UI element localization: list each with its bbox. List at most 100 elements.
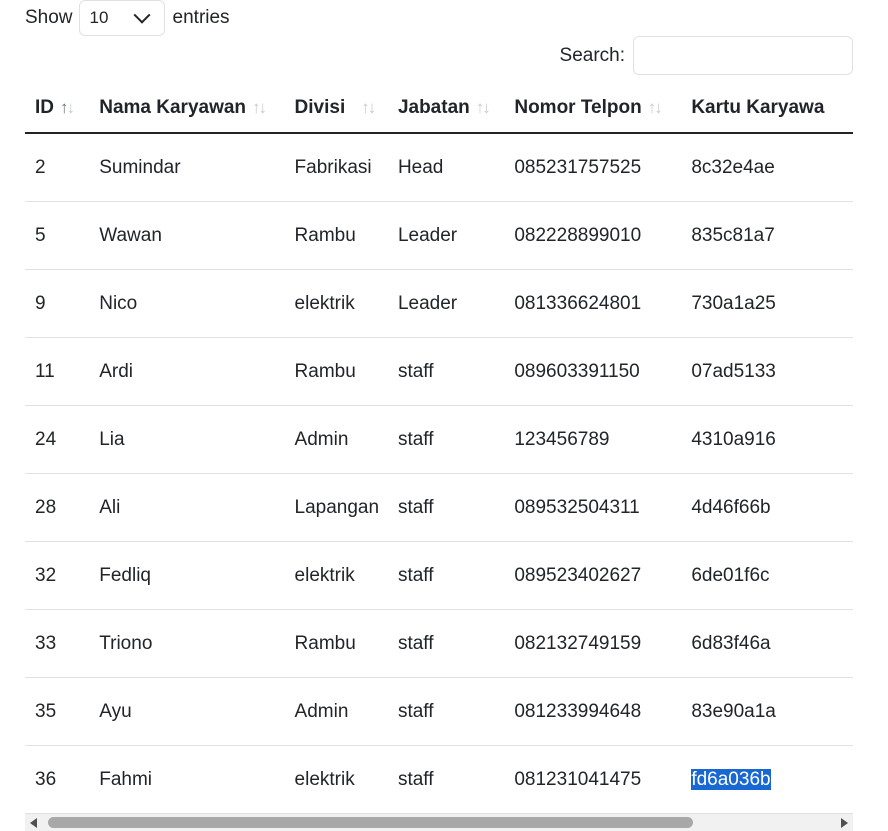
column-header-nama-karyawan[interactable]: Nama Karyawan ↑↓ — [89, 84, 285, 134]
table-row: 2 Sumindar Fabrikasi Head 085231757525 8… — [25, 133, 853, 202]
cell-divisi: Lapangan — [284, 473, 388, 542]
sort-icon: ↑↓ — [475, 98, 491, 117]
cell-jabatan: Head — [387, 133, 505, 202]
cell-kartu: fd6a036b — [681, 745, 853, 814]
search-input[interactable] — [633, 36, 853, 75]
cell-divisi: elektrik — [284, 269, 388, 338]
entries-length-control: Show 10 entries — [25, 0, 230, 36]
table-row: 35 Ayu Admin staff 081233994648 83e90a1a — [25, 677, 853, 746]
search-label: Search: — [559, 44, 625, 66]
show-label: Show — [25, 7, 73, 28]
table-row: 9 Nico elektrik Leader 081336624801 730a… — [25, 269, 853, 338]
column-header-label: ID — [35, 97, 54, 118]
cell-id: 2 — [25, 133, 90, 202]
cell-telpon: 081233994648 — [504, 677, 682, 746]
scrollbar-thumb[interactable] — [48, 817, 693, 828]
cell-jabatan: staff — [387, 473, 505, 542]
cell-nama: Nico — [89, 269, 285, 338]
table-row: 32 Fedliq elektrik staff 089523402627 6d… — [25, 541, 853, 610]
cell-jabatan: staff — [387, 405, 505, 474]
cell-telpon: 089603391150 — [504, 337, 682, 406]
cell-nama: Wawan — [89, 201, 285, 270]
column-header-nomor-telpon[interactable]: Nomor Telpon ↑↓ — [504, 84, 682, 134]
table-row: 24 Lia Admin staff 123456789 4310a916 — [25, 405, 853, 474]
table-row: 33 Triono Rambu staff 082132749159 6d83f… — [25, 609, 853, 678]
cell-divisi: Admin — [284, 677, 388, 746]
scroll-left-arrow-icon[interactable] — [30, 818, 37, 828]
chevron-down-icon — [133, 6, 151, 24]
search-control: Search: — [560, 36, 853, 75]
cell-telpon: 082132749159 — [504, 609, 682, 678]
cell-jabatan: Leader — [387, 269, 505, 338]
scroll-right-arrow-icon[interactable] — [841, 818, 848, 828]
cell-telpon: 089532504311 — [504, 473, 682, 542]
sort-icon: ↑↓ — [252, 98, 267, 117]
cell-divisi: elektrik — [284, 541, 388, 610]
table-row: 5 Wawan Rambu Leader 082228899010 835c81… — [25, 201, 853, 270]
cell-jabatan: staff — [387, 609, 505, 678]
entries-per-page-select[interactable]: 10 — [78, 0, 165, 36]
column-header-divisi[interactable]: Divisi ↑↓ — [284, 84, 388, 134]
datatable-controls: Show 10 entries Search: — [25, 0, 853, 80]
cell-jabatan: staff — [387, 541, 505, 610]
cell-kartu: 83e90a1a — [681, 677, 853, 746]
cell-divisi: Rambu — [284, 609, 388, 678]
cell-telpon: 081231041475 — [504, 745, 682, 814]
table-header-row: ID ↑↓ Nama Karyawan ↑↓ Divisi ↑↓ Jabatan ↑↓ … — [25, 84, 853, 134]
cell-divisi: Fabrikasi — [284, 133, 388, 202]
cell-kartu: 6d83f46a — [681, 609, 853, 678]
cell-nama: Ali — [89, 473, 285, 542]
table-row: 11 Ardi Rambu staff 089603391150 07ad513… — [25, 337, 853, 406]
cell-nama: Lia — [89, 405, 285, 474]
cell-id: 35 — [25, 677, 90, 746]
cell-id: 11 — [25, 337, 90, 406]
cell-nama: Ayu — [89, 677, 285, 746]
cell-id: 33 — [25, 609, 90, 678]
cell-nama: Sumindar — [89, 133, 285, 202]
cell-telpon: 089523402627 — [504, 541, 682, 610]
cell-id: 24 — [25, 405, 90, 474]
cell-jabatan: staff — [387, 677, 505, 746]
entries-per-page-value: 10 — [89, 8, 109, 27]
cell-kartu: 8c32e4ae — [681, 133, 853, 202]
column-header-label: Kartu Karyawa — [691, 97, 825, 118]
cell-id: 28 — [25, 473, 90, 542]
table-row: 28 Ali Lapangan staff 089532504311 4d46f… — [25, 473, 853, 542]
cell-id: 36 — [25, 745, 90, 814]
sort-ascending-icon: ↑↓ — [60, 98, 75, 117]
column-header-label: Jabatan — [397, 97, 470, 118]
cell-telpon: 123456789 — [504, 405, 682, 474]
table-scroll-area[interactable]: ID ↑↓ Nama Karyawan ↑↓ Divisi ↑↓ Jabatan ↑↓ … — [25, 84, 853, 814]
cell-kartu: 6de01f6c — [681, 541, 853, 610]
sort-icon: ↑↓ — [361, 98, 376, 117]
cell-divisi: Rambu — [284, 337, 388, 406]
cell-jabatan: Leader — [387, 201, 505, 270]
cell-id: 32 — [25, 541, 90, 610]
column-header-label: Nama Karyawan — [99, 97, 247, 118]
cell-id: 5 — [25, 201, 90, 270]
cell-divisi: elektrik — [284, 745, 388, 814]
cell-jabatan: staff — [387, 745, 505, 814]
cell-divisi: Rambu — [284, 201, 388, 270]
cell-kartu: 4d46f66b — [681, 473, 853, 542]
column-header-kartu-karyawan[interactable]: Kartu Karyawa — [681, 84, 853, 134]
column-header-label: Divisi — [294, 97, 346, 118]
horizontal-scrollbar[interactable] — [25, 814, 853, 831]
column-header-id[interactable]: ID ↑↓ — [25, 84, 90, 134]
cell-kartu: 730a1a25 — [681, 269, 853, 338]
employee-table: ID ↑↓ Nama Karyawan ↑↓ Divisi ↑↓ Jabatan ↑↓ … — [25, 84, 853, 814]
cell-kartu: 07ad5133 — [681, 337, 853, 406]
cell-telpon: 085231757525 — [504, 133, 682, 202]
table-row: 36 Fahmi elektrik staff 081231041475 fd6… — [25, 745, 853, 814]
column-header-jabatan[interactable]: Jabatan ↑↓ — [387, 84, 505, 134]
cell-divisi: Admin — [284, 405, 388, 474]
cell-id: 9 — [25, 269, 90, 338]
entries-label: entries — [172, 7, 230, 28]
cell-nama: Fedliq — [89, 541, 285, 610]
cell-telpon: 081336624801 — [504, 269, 682, 338]
cell-telpon: 082228899010 — [504, 201, 682, 270]
cell-nama: Triono — [89, 609, 285, 678]
cell-kartu: 835c81a7 — [681, 201, 853, 270]
column-header-label: Nomor Telpon — [514, 97, 642, 118]
cell-jabatan: staff — [387, 337, 505, 406]
